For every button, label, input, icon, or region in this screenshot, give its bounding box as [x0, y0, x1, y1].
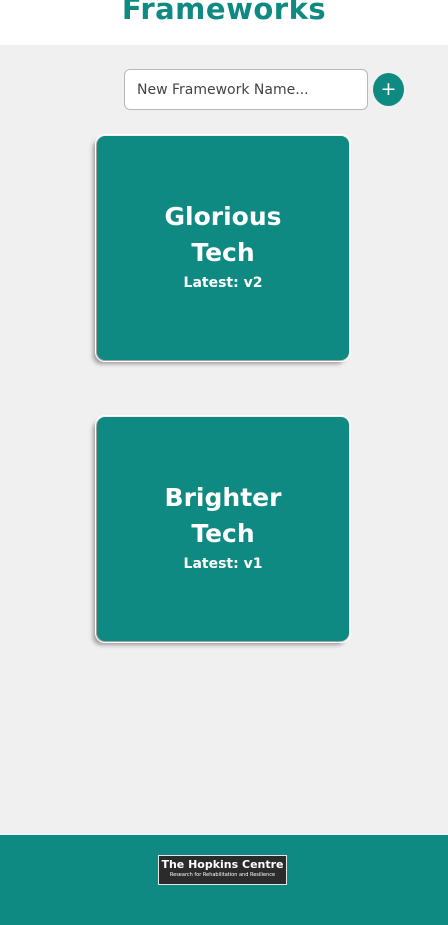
new-framework-name-input[interactable]: [124, 69, 368, 110]
page-title: Frameworks: [121, 0, 327, 26]
framework-name: Glorious Tech: [164, 202, 282, 267]
page-header: Frameworks: [0, 0, 448, 45]
add-framework-button[interactable]: +: [373, 73, 404, 106]
page-footer: The Hopkins Centre Research for Rehabili…: [0, 835, 448, 925]
hopkins-centre-logo: The Hopkins Centre Research for Rehabili…: [158, 855, 287, 885]
framework-card-brighter-tech[interactable]: Brighter Tech Latest: v1: [95, 415, 351, 643]
framework-name: Brighter Tech: [164, 483, 282, 548]
logo-title: The Hopkins Centre: [161, 858, 284, 871]
framework-card-glorious-tech[interactable]: Glorious Tech Latest: v2: [95, 134, 351, 362]
logo-subtitle: Research for Rehabilitation and Resilien…: [169, 872, 276, 878]
framework-latest-version: Latest: v2: [183, 275, 263, 291]
framework-latest-version: Latest: v1: [183, 556, 263, 572]
